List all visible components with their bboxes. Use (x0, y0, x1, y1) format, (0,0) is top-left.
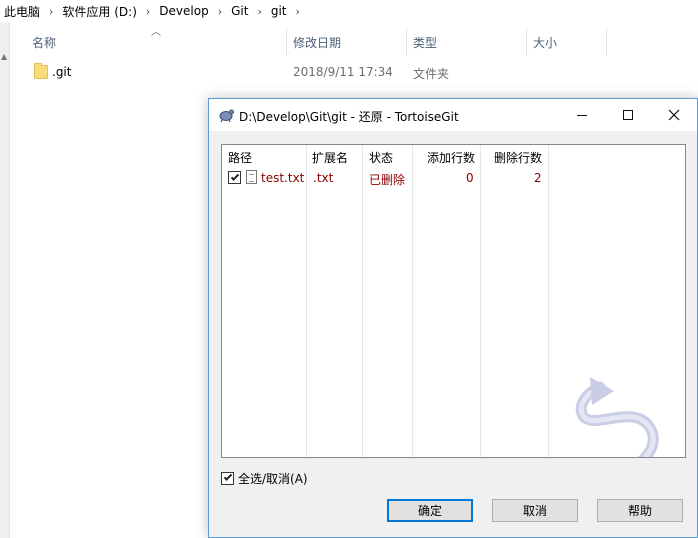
chevron-right-icon[interactable]: › (146, 5, 150, 18)
file-extension: .txt (313, 171, 334, 185)
column-header-name[interactable]: 名称 (32, 28, 56, 56)
lines-added: 0 (466, 171, 474, 185)
select-all-toggle[interactable]: 全选/取消(A) (221, 469, 308, 487)
dialog-title: D:\Develop\Git\git - 还原 - TortoiseGit (239, 110, 459, 124)
revert-arrow-icon (575, 377, 659, 457)
column-divider[interactable] (362, 145, 363, 457)
minimize-button[interactable] (559, 99, 605, 131)
minimize-icon (577, 114, 587, 116)
column-header-lines-deleted[interactable]: 删除行数 (494, 149, 542, 166)
folder-icon (34, 63, 48, 79)
close-button[interactable] (651, 99, 697, 131)
column-header-type[interactable]: 类型 (413, 28, 437, 56)
breadcrumb-item-git[interactable]: git (271, 4, 287, 18)
column-header-lines-added[interactable]: 添加行数 (427, 149, 475, 166)
column-divider[interactable] (548, 145, 549, 457)
column-divider[interactable] (412, 145, 413, 457)
chevron-right-icon[interactable]: › (257, 5, 261, 18)
close-icon (668, 109, 680, 121)
file-checkbox[interactable] (228, 171, 241, 184)
column-divider[interactable] (306, 145, 307, 457)
select-all-label: 全选/取消(A) (238, 471, 308, 486)
file-status: 已删除 (369, 173, 406, 187)
chevron-right-icon[interactable]: › (49, 5, 53, 18)
file-list-item[interactable]: .git 2018/9/11 17:34 文件夹 (30, 62, 530, 84)
column-divider[interactable] (286, 28, 287, 56)
checkmark-icon (230, 171, 239, 181)
column-header-path[interactable]: 路径 (228, 149, 252, 166)
column-divider[interactable] (526, 28, 527, 56)
file-name: .git (52, 65, 72, 79)
breadcrumb-item-develop[interactable]: Develop (159, 4, 208, 18)
column-header-date-modified[interactable]: 修改日期 (293, 28, 341, 56)
cancel-button[interactable]: 取消 (492, 499, 578, 522)
breadcrumb-item-this-pc[interactable]: 此电脑 (4, 3, 40, 20)
breadcrumb: 此电脑 › 软件应用 (D:) › Develop › Git › git › (0, 0, 698, 22)
lines-deleted: 2 (534, 171, 542, 185)
help-button[interactable]: 帮助 (597, 499, 683, 522)
breadcrumb-item-git-parent[interactable]: Git (231, 4, 248, 18)
dialog-titlebar[interactable]: D:\Develop\Git\git - 还原 - TortoiseGit (209, 99, 697, 131)
changed-files-list[interactable]: 路径 扩展名 状态 添加行数 删除行数 test.txt .txt 已删除 0 … (221, 144, 686, 458)
column-divider[interactable] (480, 145, 481, 457)
select-all-checkbox[interactable] (221, 471, 234, 485)
scroll-up-arrow-icon[interactable]: ▲ (1, 52, 7, 61)
ok-button[interactable]: 确定 (387, 499, 473, 522)
revert-dialog: D:\Develop\Git\git - 还原 - TortoiseGit 路径… (208, 98, 698, 538)
checkmark-icon (223, 472, 232, 481)
breadcrumb-item-drive[interactable]: 软件应用 (D:) (62, 3, 136, 20)
list-item[interactable]: test.txt .txt 已删除 0 2 (222, 169, 685, 187)
chevron-right-icon[interactable]: › (296, 5, 300, 18)
file-type: 文件夹 (413, 67, 450, 81)
column-header-extension[interactable]: 扩展名 (312, 149, 348, 166)
tortoisegit-icon (219, 109, 234, 122)
text-file-icon (246, 170, 257, 184)
list-header: 路径 扩展名 状态 添加行数 删除行数 (222, 145, 685, 457)
chevron-right-icon[interactable]: › (218, 5, 222, 18)
file-date-modified: 2018/9/11 17:34 (293, 65, 393, 79)
file-path: test.txt (261, 171, 305, 185)
column-divider[interactable] (606, 28, 607, 56)
column-divider[interactable] (406, 28, 407, 56)
maximize-icon (623, 110, 633, 120)
column-header-size[interactable]: 大小 (533, 28, 557, 56)
sort-ascending-icon: ︿ (151, 27, 161, 38)
column-header-status[interactable]: 状态 (369, 149, 393, 166)
navigation-pane-scrollbar[interactable]: ▲ (0, 22, 10, 538)
maximize-button[interactable] (605, 99, 651, 131)
